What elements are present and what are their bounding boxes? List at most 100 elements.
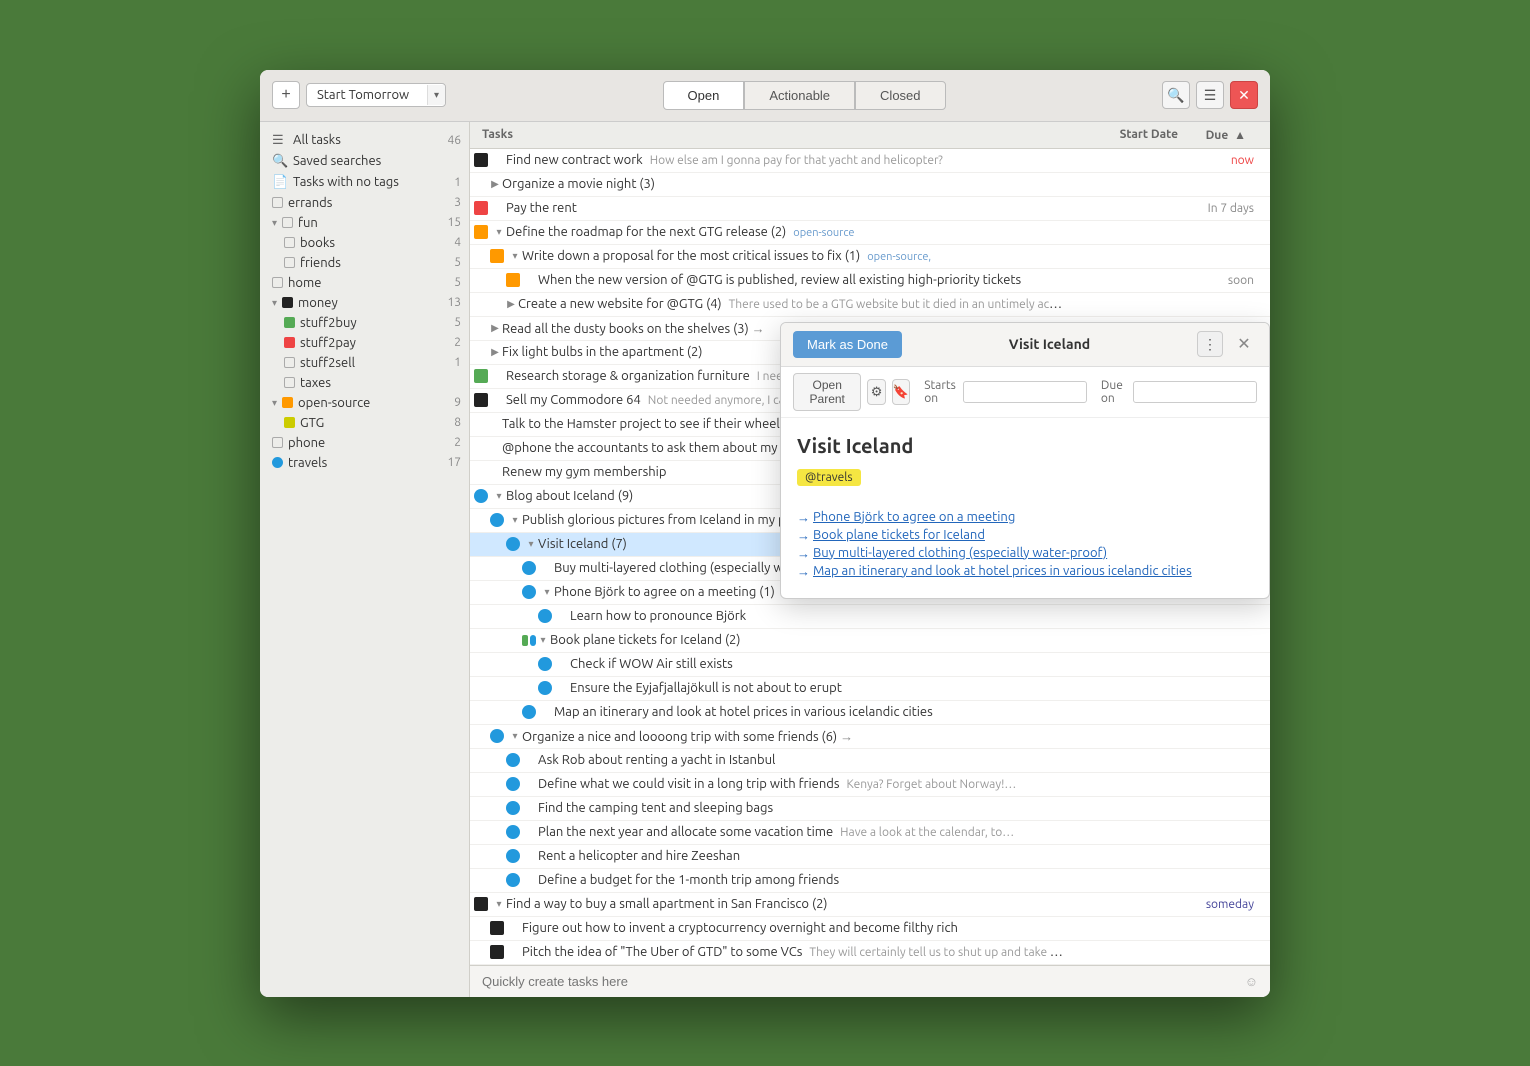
- table-row[interactable]: Plan the next year and allocate some vac…: [470, 821, 1270, 845]
- table-row[interactable]: Pitch the idea of "The Uber of GTD" to s…: [470, 941, 1270, 965]
- expand-icon: [524, 849, 538, 863]
- expand-icon[interactable]: [492, 225, 506, 239]
- sidebar-item-count: 1: [454, 356, 461, 369]
- table-row[interactable]: Rent a helicopter and hire Zeeshan: [470, 845, 1270, 869]
- task-priority-dot: [474, 201, 488, 215]
- tab-actionable[interactable]: Actionable: [744, 81, 855, 110]
- table-row[interactable]: Ensure the Eyjafjallajökull is not about…: [470, 677, 1270, 701]
- expand-icon[interactable]: [492, 489, 506, 503]
- sidebar-item-count: 5: [454, 256, 461, 269]
- expand-icon[interactable]: [488, 321, 502, 335]
- sidebar-item-taxes[interactable]: taxes: [260, 373, 469, 393]
- table-row[interactable]: Define the roadmap for the next GTG rele…: [470, 221, 1270, 245]
- expand-icon[interactable]: [508, 513, 522, 527]
- table-row[interactable]: Pay the rent In 7 days: [470, 197, 1270, 221]
- titlebar-right: 🔍 ☰ ✕: [1162, 81, 1258, 109]
- table-row[interactable]: Write down a proposal for the most criti…: [470, 245, 1270, 269]
- sidebar-item-books[interactable]: books 4: [260, 233, 469, 253]
- sidebar-item-fun[interactable]: ▾ fun 15: [260, 213, 469, 233]
- table-row[interactable]: Find a way to buy a small apartment in S…: [470, 893, 1270, 917]
- task-name: Find the camping tent and sleeping bags: [538, 801, 1066, 815]
- sidebar-item-label: friends: [300, 256, 341, 270]
- table-row[interactable]: Ask Rob about renting a yacht in Istanbu…: [470, 749, 1270, 773]
- sidebar-item-gtg[interactable]: GTG 8: [260, 413, 469, 433]
- task-name: Define what we could visit in a long tri…: [538, 777, 1066, 791]
- expand-icon[interactable]: [504, 297, 518, 311]
- sidebar-item-label: stuff2buy: [300, 316, 357, 330]
- sidebar-item-stuff2sell[interactable]: stuff2sell 1: [260, 353, 469, 373]
- task-priority-dot-pair: [522, 635, 536, 646]
- friends-color: [284, 257, 295, 268]
- expand-icon: [492, 201, 506, 215]
- menu-button[interactable]: ☰: [1196, 81, 1224, 109]
- table-row[interactable]: Figure out how to invent a cryptocurrenc…: [470, 917, 1270, 941]
- detail-close-button[interactable]: ✕: [1231, 331, 1257, 357]
- mark-done-button[interactable]: Mark as Done: [793, 331, 902, 358]
- table-row[interactable]: Find new contract work How else am I gon…: [470, 149, 1270, 173]
- table-row[interactable]: Organize a movie night (3): [470, 173, 1270, 197]
- search-button[interactable]: 🔍: [1162, 81, 1190, 109]
- table-row[interactable]: Check if WOW Air still exists: [470, 653, 1270, 677]
- sidebar-item-saved-searches[interactable]: 🔍 Saved searches: [260, 151, 469, 172]
- subtask-link-2[interactable]: Book plane tickets for Iceland: [797, 528, 1253, 542]
- sidebar-item-count: 4: [454, 236, 461, 249]
- expand-icon[interactable]: [524, 537, 538, 551]
- table-row[interactable]: Find the camping tent and sleeping bags: [470, 797, 1270, 821]
- quick-create-input[interactable]: [482, 974, 1245, 989]
- task-priority-dot: [506, 753, 520, 767]
- add-task-button[interactable]: +: [272, 81, 300, 109]
- table-row[interactable]: Define a budget for the 1-month trip amo…: [470, 869, 1270, 893]
- sidebar-item-stuff2buy[interactable]: stuff2buy 5: [260, 313, 469, 333]
- sidebar-item-stuff2pay[interactable]: stuff2pay 2: [260, 333, 469, 353]
- expand-icon[interactable]: [488, 177, 502, 191]
- dropdown-arrow-icon[interactable]: ▾: [427, 85, 445, 105]
- sidebar-item-travels[interactable]: travels 17: [260, 453, 469, 473]
- close-button[interactable]: ✕: [1230, 81, 1258, 109]
- sidebar-item-open-source[interactable]: ▾ open-source 9: [260, 393, 469, 413]
- table-row[interactable]: Learn how to pronounce Björk: [470, 605, 1270, 629]
- sidebar-item-count: 5: [454, 276, 461, 289]
- sidebar-item-phone[interactable]: phone 2: [260, 433, 469, 453]
- sidebar-item-errands[interactable]: errands 3: [260, 193, 469, 213]
- expand-icon[interactable]: [508, 729, 522, 743]
- expand-icon[interactable]: [536, 633, 550, 647]
- tab-open[interactable]: Open: [663, 81, 745, 110]
- detail-header: Mark as Done Visit Iceland ⋮ ✕: [781, 323, 1269, 367]
- table-row[interactable]: Map an itinerary and look at hotel price…: [470, 701, 1270, 725]
- table-row[interactable]: Create a new website for @GTG (4) There …: [470, 293, 1270, 317]
- task-tag-badge[interactable]: @travels: [797, 469, 861, 486]
- task-name: Define a budget for the 1-month trip amo…: [538, 873, 1066, 887]
- sidebar-item-tasks-no-tags[interactable]: 📄 Tasks with no tags 1: [260, 172, 469, 193]
- tab-closed[interactable]: Closed: [855, 81, 945, 110]
- expand-icon: [556, 609, 570, 623]
- detail-bookmark-icon[interactable]: 🔖: [892, 379, 910, 405]
- sidebar-item-home[interactable]: home 5: [260, 273, 469, 293]
- sidebar-item-friends[interactable]: friends 5: [260, 253, 469, 273]
- sidebar-item-label: All tasks: [293, 133, 341, 147]
- table-row[interactable]: Organize a nice and loooong trip with so…: [470, 725, 1270, 749]
- expand-icon[interactable]: [492, 897, 506, 911]
- sidebar-item-label: GTG: [300, 416, 324, 430]
- expand-icon[interactable]: [488, 345, 502, 359]
- subtask-link-1[interactable]: Phone Björk to agree on a meeting: [797, 510, 1253, 524]
- due-on-input[interactable]: [1133, 381, 1257, 403]
- expand-icon: [524, 273, 538, 287]
- detail-menu-button[interactable]: ⋮: [1197, 331, 1223, 357]
- table-row[interactable]: When the new version of @GTG is publishe…: [470, 269, 1270, 293]
- table-row[interactable]: Book plane tickets for Iceland (2): [470, 629, 1270, 653]
- open-parent-button[interactable]: Open Parent: [793, 373, 861, 411]
- sidebar-item-count: 2: [454, 436, 461, 449]
- errands-color: [272, 197, 283, 208]
- sidebar-item-money[interactable]: ▾ money 13: [260, 293, 469, 313]
- expand-icon: [492, 153, 506, 167]
- sidebar-item-all-tasks[interactable]: ☰ All tasks 46: [260, 130, 469, 151]
- subtask-link-4[interactable]: Map an itinerary and look at hotel price…: [797, 564, 1253, 578]
- table-row[interactable]: Define what we could visit in a long tri…: [470, 773, 1270, 797]
- expand-icon: [524, 801, 538, 815]
- starts-on-input[interactable]: [963, 381, 1087, 403]
- money-expand-icon: ▾: [272, 297, 277, 309]
- detail-settings-icon[interactable]: ⚙: [867, 379, 885, 405]
- expand-icon[interactable]: [540, 585, 554, 599]
- subtask-link-3[interactable]: Buy multi-layered clothing (especially w…: [797, 546, 1253, 560]
- expand-icon[interactable]: [508, 249, 522, 263]
